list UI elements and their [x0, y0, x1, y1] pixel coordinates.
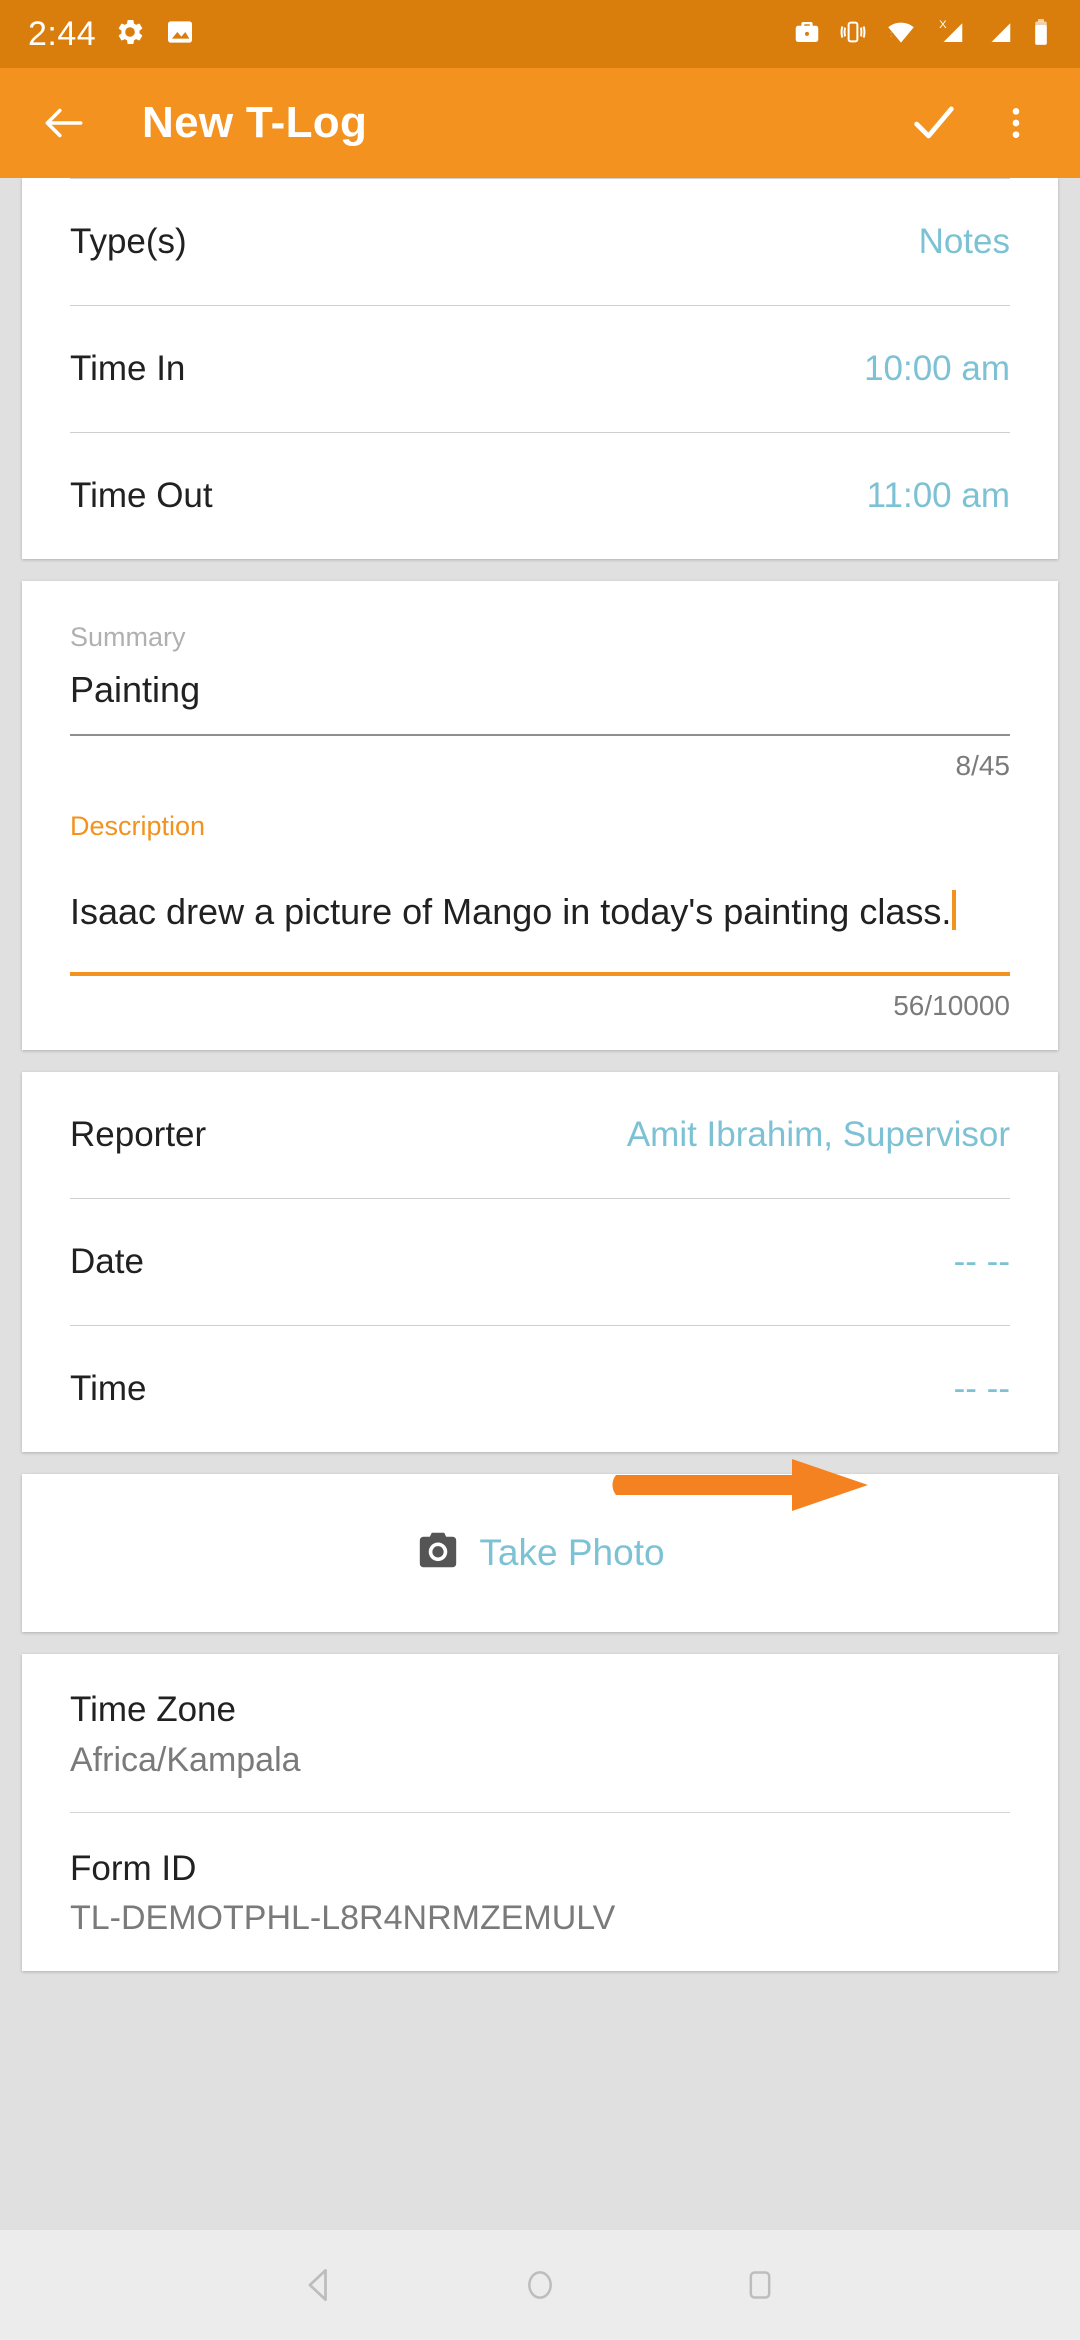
- description-field[interactable]: Description Isaac drew a picture of Mang…: [70, 810, 1010, 1049]
- row-value: Amit Ibrahim, Supervisor: [626, 1114, 1010, 1154]
- time-zone-label: Time Zone: [70, 1689, 236, 1729]
- text-cursor: [952, 889, 957, 930]
- summary-field[interactable]: Summary Painting 8/45: [70, 581, 1010, 810]
- app-bar: New T-Log: [0, 68, 1080, 178]
- back-arrow-icon[interactable]: [28, 87, 100, 159]
- summary-description-card: Summary Painting 8/45 Description Isaac …: [22, 581, 1058, 1050]
- row-date[interactable]: Date -- --: [22, 1199, 1058, 1325]
- wifi-icon: [884, 17, 918, 52]
- nav-recents-icon[interactable]: [650, 2263, 870, 2307]
- description-counter: 56/10000: [893, 989, 1010, 1021]
- battery-icon: [1030, 17, 1052, 52]
- camera-icon: [415, 1530, 461, 1575]
- description-label: Description: [70, 811, 206, 842]
- vibrate-icon: [838, 17, 868, 52]
- check-icon[interactable]: [898, 87, 970, 159]
- phone-screen: 2:44 X New T-Log Type(s) Notes Time In 1…: [0, 0, 1080, 2340]
- time-zone-block: Time Zone Africa/Kampala: [70, 1654, 1010, 1812]
- row-value: Notes: [918, 222, 1010, 261]
- status-bar-left: 2:44: [28, 15, 196, 54]
- form-id-label: Form ID: [70, 1848, 197, 1888]
- row-types[interactable]: Type(s) Notes: [22, 179, 1058, 305]
- nav-home-icon[interactable]: [430, 2263, 650, 2307]
- row-value: -- --: [953, 1241, 1010, 1281]
- reporter-card: Reporter Amit Ibrahim, Supervisor Date -…: [22, 1071, 1058, 1452]
- row-label: Type(s): [70, 222, 187, 261]
- row-time-out[interactable]: Time Out 11:00 am: [22, 433, 1058, 559]
- meta-card: Time Zone Africa/Kampala Form ID TL-DEMO…: [22, 1653, 1058, 1971]
- row-value: 11:00 am: [866, 476, 1010, 515]
- row-reporter[interactable]: Reporter Amit Ibrahim, Supervisor: [22, 1072, 1058, 1198]
- status-clock: 2:44: [28, 14, 97, 53]
- summary-input[interactable]: Painting: [70, 653, 1010, 734]
- row-label: Time In: [70, 349, 186, 388]
- take-photo-button[interactable]: Take Photo: [22, 1473, 1058, 1632]
- status-bar-right: X: [792, 17, 1052, 52]
- more-vertical-icon[interactable]: [980, 87, 1052, 159]
- time-zone-value: Africa/Kampala: [70, 1740, 301, 1779]
- page-title: New T-Log: [142, 98, 368, 147]
- row-time[interactable]: Time -- --: [22, 1326, 1058, 1452]
- work-briefcase-icon: [792, 17, 822, 52]
- row-label: Reporter: [70, 1114, 207, 1154]
- summary-counter: 8/45: [955, 750, 1011, 782]
- row-time-in[interactable]: Time In 10:00 am: [22, 306, 1058, 432]
- nav-back-icon[interactable]: [210, 2263, 430, 2307]
- svg-text:X: X: [939, 18, 947, 30]
- signal-no-sim-icon: X: [934, 17, 968, 52]
- form-scroll-area[interactable]: Type(s) Notes Time In 10:00 am Time Out …: [0, 178, 1080, 2230]
- form-id-value: TL-DEMOTPHL-L8R4NRMZEMULV: [70, 1899, 616, 1938]
- description-input[interactable]: Isaac drew a picture of Mango in today's…: [70, 843, 1010, 972]
- android-nav-bar: [0, 2230, 1080, 2340]
- signal-icon: [984, 17, 1014, 52]
- app-bar-actions: [898, 87, 1052, 159]
- row-label: Time: [70, 1368, 147, 1408]
- details-card: Type(s) Notes Time In 10:00 am Time Out …: [22, 178, 1058, 559]
- summary-label: Summary: [70, 622, 186, 652]
- description-text: Isaac drew a picture of Mango in today's…: [70, 890, 952, 932]
- row-label: Date: [70, 1241, 144, 1281]
- image-icon: [164, 16, 196, 53]
- form-id-block: Form ID TL-DEMOTPHL-L8R4NRMZEMULV: [70, 1813, 1010, 1971]
- gear-icon: [114, 16, 146, 53]
- row-value: -- --: [953, 1368, 1010, 1408]
- row-value: 10:00 am: [864, 349, 1010, 388]
- take-photo-label: Take Photo: [479, 1531, 665, 1573]
- row-label: Time Out: [70, 476, 213, 515]
- status-bar: 2:44 X: [0, 0, 1080, 68]
